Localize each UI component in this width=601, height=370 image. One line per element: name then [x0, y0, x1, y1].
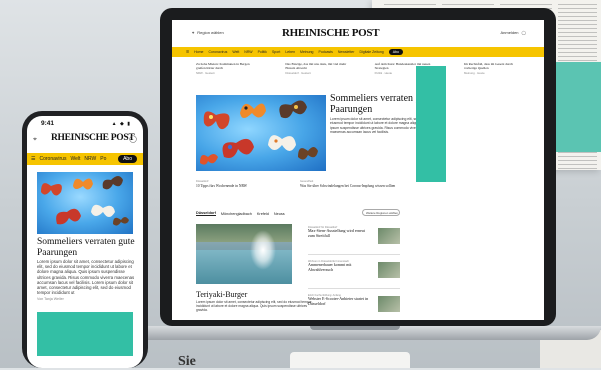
region-select[interactable]: Weitere Regionen wählen [362, 209, 400, 216]
butterfly-icon [91, 204, 115, 217]
article-body: Lorem ipsum dolor sit amet, consectetur … [37, 259, 135, 296]
tab-neuss[interactable]: Neuss [274, 212, 285, 216]
list-item[interactable]: Wohnen in Düsseldorfer Innenstadt Ammene… [308, 260, 400, 289]
hero-image-butterflies[interactable] [37, 172, 133, 234]
background-sheet [290, 352, 410, 368]
login-link[interactable]: Anmelden ◯ [501, 30, 527, 35]
region-label: Region wählen [197, 30, 224, 35]
butterflies-illustration [200, 100, 318, 165]
small-teaser-title: 10 Tipps fürs Wochenende in NRW [196, 184, 248, 189]
nav-item-welt[interactable]: Welt [70, 156, 80, 162]
list-item[interactable]: Erich Fuchs-Stiftung: Anfang Webster E-S… [308, 294, 400, 320]
teaser-title: Zu hohe Mieten: Kommunen in Bergen greif… [196, 62, 250, 71]
regional-list: Düsseldorf für Düsseldorf Max-Stern-Auss… [308, 226, 400, 320]
small-teaser[interactable]: Gesundheit Was Sie über Schwindelungen b… [300, 180, 400, 189]
feature-image-pool[interactable] [196, 224, 292, 284]
list-item-thumbnail [378, 228, 400, 244]
nav-item-home[interactable]: Home [194, 50, 203, 54]
hero-body: Lorem ipsum dolor sit amet, consectetur … [330, 117, 429, 135]
abo-button[interactable]: Abo [388, 49, 403, 55]
nav-item-meinung[interactable]: Meinung [300, 50, 313, 54]
article-author: Von Tanja Weller [37, 297, 64, 301]
location-pin-icon[interactable]: ⌖ [33, 136, 37, 144]
nav-item-politik[interactable]: Politik [258, 50, 267, 54]
small-teaser[interactable]: Düsseldorf 10 Tipps fürs Wochenende in N… [196, 180, 296, 189]
butterfly-icon [73, 178, 93, 190]
site-logo[interactable]: RHEINISCHE POST [282, 27, 380, 39]
desktop-nav-bar: ☰ Home Coronavirus Welt NRW Politik Spor… [172, 47, 544, 57]
phone-screen: 9:41 ▲ ◆ ▮ ⌖ RHEINISCHE POST ◯ ☰ Coronav… [27, 116, 143, 368]
nav-item-newsletter[interactable]: Newsletter [338, 50, 355, 54]
butterfly-icon [298, 147, 318, 160]
desktop-header: ⌖ Region wählen RHEINISCHE POST Anmelden… [172, 20, 544, 48]
nav-item-nrw[interactable]: NRW [84, 156, 96, 162]
teaser-meta: NRW · Gestern [196, 71, 216, 76]
butterfly-icon [113, 217, 129, 226]
butterfly-icon [222, 138, 254, 158]
butterfly-icon [268, 135, 296, 151]
pool-trees [196, 224, 292, 242]
nav-item-digitale-zeitung[interactable]: Digitale Zeitung [359, 50, 383, 54]
butterfly-icon [279, 100, 307, 119]
feature-title[interactable]: Teriyaki-Burger [196, 290, 247, 299]
region-tabs: Düsseldorf Mönchengladbach Krefeld Neuss [196, 211, 285, 216]
nav-item-welt[interactable]: Welt [232, 50, 239, 54]
teaser-item[interactable]: Im Rechtsfall, dass im Gesetz durch vorh… [464, 62, 526, 75]
status-icons: ▲ ◆ ▮ [111, 121, 131, 127]
location-pin-icon: ⌖ [192, 30, 195, 35]
nav-item-leben[interactable]: Leben [285, 50, 295, 54]
article-title[interactable]: Sommeliers verraten gute Paarungen [37, 237, 137, 258]
nav-item-nrw[interactable]: NRW [244, 50, 252, 54]
laptop-screen: ⌖ Region wählen RHEINISCHE POST Anmelden… [172, 20, 544, 320]
hero-image-butterflies[interactable] [196, 95, 326, 171]
ad-box [37, 312, 133, 356]
list-item-title: Webster E-Scooter-Anbieter startet in Dü… [308, 296, 369, 306]
butterfly-icon [41, 183, 62, 196]
feature-body: Lorem ipsum dolor sit amet, consectetur … [196, 300, 312, 313]
list-item-thumbnail [378, 296, 400, 312]
teaser-meta: Düsseldorf · Gestern [285, 71, 312, 76]
list-item-title: Ammenerbauer kommt mit Abwahlversuch [308, 262, 352, 272]
butterfly-icon [102, 176, 123, 190]
user-icon[interactable]: ◯ [129, 135, 137, 143]
site-logo[interactable]: RHEINISCHE POST [51, 133, 135, 143]
menu-icon[interactable]: ☰ [186, 50, 189, 54]
teaser-meta: Meinung · Heute [463, 71, 485, 76]
teaser-item[interactable]: Das Einzige, das mit uns dazu, mit viel … [285, 62, 347, 75]
ad-box [416, 66, 446, 182]
teaser-item[interactable]: Zu hohe Mieten: Kommunen in Bergen greif… [196, 62, 258, 75]
nav-item-coronavirus[interactable]: Coronavirus [208, 50, 227, 54]
status-time: 9:41 [41, 120, 55, 127]
top-teasers: Zu hohe Mieten: Kommunen in Bergen greif… [196, 62, 526, 75]
butterflies-illustration [41, 176, 129, 226]
nav-item-sport[interactable]: Sport [272, 50, 280, 54]
login-label: Anmelden [500, 30, 519, 35]
list-item-thumbnail [378, 262, 400, 278]
region-selector[interactable]: ⌖ Region wählen [192, 30, 224, 35]
tab-duesseldorf[interactable]: Düsseldorf [196, 211, 216, 216]
pool-water [196, 250, 292, 284]
butterfly-icon [240, 103, 266, 118]
tab-krefeld[interactable]: Krefeld [257, 212, 269, 216]
butterfly-icon [203, 111, 230, 130]
butterfly-icon [56, 208, 81, 225]
menu-icon[interactable]: ☰ [31, 156, 35, 162]
nav-item-podcasts[interactable]: Podcasts [318, 50, 332, 54]
nav-item-coronavirus[interactable]: Coronavirus [39, 156, 66, 162]
abo-button[interactable]: Abo [118, 155, 137, 163]
butterfly-icon [200, 154, 218, 165]
teaser-title: Das Einzige, das mit uns dazu, mit viel … [285, 62, 347, 71]
mobile-nav-bar: ☰ Coronavirus Welt NRW Po Abo [27, 153, 143, 165]
user-icon: ◯ [521, 30, 526, 35]
list-item[interactable]: Düsseldorf für Düsseldorf Max-Stern-Auss… [308, 226, 400, 255]
nav-item-politik[interactable]: Po [100, 156, 106, 162]
laptop-notch [310, 326, 400, 330]
list-item-title: Max-Stern-Ausstellung wird erneut zum St… [308, 228, 365, 238]
pool-splash [250, 230, 276, 270]
tab-moenchengladbach[interactable]: Mönchengladbach [221, 212, 252, 216]
small-teaser-title: Was Sie über Schwindelungen bei Corona-I… [300, 184, 396, 189]
teaser-title: Im Rechtsfall, dass im Gesetz durch vorh… [463, 62, 513, 71]
